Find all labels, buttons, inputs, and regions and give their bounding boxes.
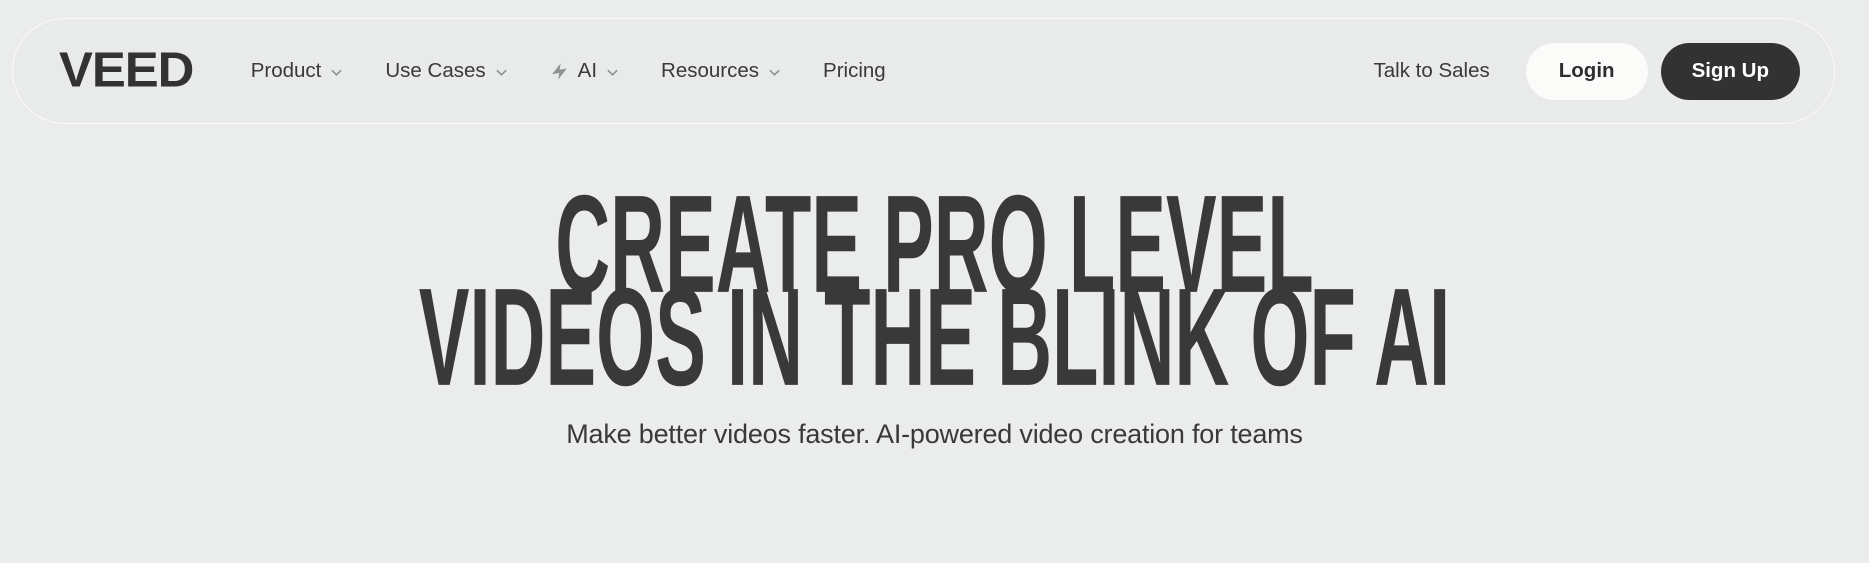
- nav-item-resources[interactable]: Resources: [640, 51, 802, 92]
- nav-item-label: Product: [250, 58, 322, 82]
- hero-section: Create Pro Level Videos in the Blink of …: [0, 174, 1869, 450]
- veed-wordmark: VEED: [59, 43, 194, 98]
- main-navbar: VEED Product Use Cases AI Resources Pric…: [12, 18, 1835, 124]
- nav-actions: Talk to Sales Login Sign Up: [1352, 42, 1800, 100]
- nav-item-label: Resources: [661, 58, 760, 82]
- nav-item-pricing[interactable]: Pricing: [802, 51, 907, 92]
- nav-item-product[interactable]: Product: [230, 51, 365, 92]
- nav-links: Product Use Cases AI Resources Pricing: [230, 51, 907, 92]
- chevron-down-icon: [330, 66, 343, 79]
- signup-button[interactable]: Sign Up: [1660, 42, 1800, 100]
- chevron-down-icon: [606, 66, 619, 79]
- talk-to-sales-link[interactable]: Talk to Sales: [1352, 51, 1512, 92]
- lightning-bolt-icon: [550, 62, 569, 81]
- nav-item-ai[interactable]: AI: [529, 51, 640, 92]
- chevron-down-icon: [768, 66, 781, 79]
- page-title: Create Pro Level Videos in the Blink of …: [0, 174, 1869, 406]
- login-button[interactable]: Login: [1525, 42, 1648, 100]
- hero-subtitle: Make better videos faster. AI-powered vi…: [566, 418, 1303, 449]
- nav-item-label: Use Cases: [385, 58, 486, 82]
- page-root: VEED Product Use Cases AI Resources Pric…: [0, 0, 1869, 563]
- headline-line-2: Videos in the Blink of AI: [418, 258, 1451, 415]
- chevron-down-icon: [495, 66, 508, 79]
- nav-item-label: AI: [577, 58, 598, 82]
- veed-logo[interactable]: VEED: [59, 19, 194, 123]
- nav-item-use-cases[interactable]: Use Cases: [364, 51, 528, 92]
- nav-item-label: Pricing: [823, 58, 886, 82]
